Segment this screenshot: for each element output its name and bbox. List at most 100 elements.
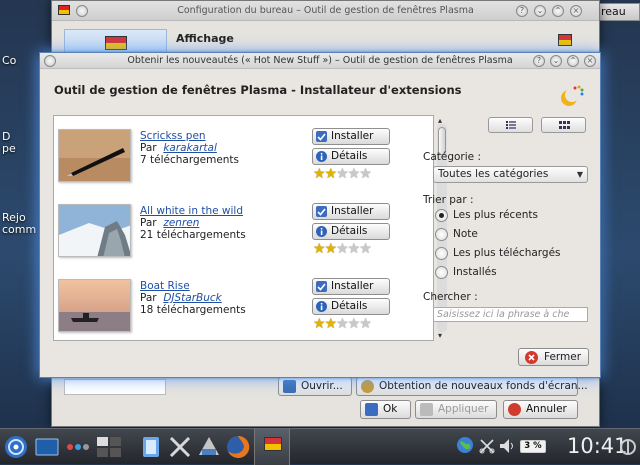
list-item[interactable]: All white in the wild Par zenren 21 télé…: [54, 202, 426, 274]
category-select[interactable]: Toutes les catégories ▼: [433, 166, 588, 183]
close-icon[interactable]: ×: [570, 5, 582, 17]
dialog-titlebar[interactable]: Obtenir les nouveautés (« Hot New Stuff …: [40, 53, 600, 69]
sort-radio-newest[interactable]: [435, 209, 448, 222]
extension-author-line: Par DJStarBuck: [140, 292, 222, 304]
extensions-list[interactable]: Scrickss pen Par karakartal 7 télécharge…: [53, 115, 434, 341]
details-button[interactable]: Détails: [312, 298, 390, 315]
system-settings-icon[interactable]: [168, 435, 192, 459]
icon-view-button[interactable]: [541, 117, 586, 133]
help-icon[interactable]: ?: [533, 55, 545, 67]
search-input[interactable]: Saisissez ici la phrase à che: [433, 307, 588, 322]
close-icon[interactable]: ×: [584, 55, 596, 67]
firefox-icon[interactable]: [226, 435, 250, 459]
list-item[interactable]: Scrickss pen Par karakartal 7 télécharge…: [54, 127, 426, 199]
extension-downloads: 7 téléchargements: [140, 154, 240, 166]
cancel-icon: [508, 403, 521, 416]
category-label: Catégorie :: [423, 151, 482, 163]
extension-author-link[interactable]: DJStarBuck: [163, 292, 221, 304]
info-icon: [316, 301, 327, 312]
app-icon: [58, 5, 70, 15]
sort-radio-rating[interactable]: [435, 228, 448, 241]
pin-icon[interactable]: [44, 55, 56, 67]
battery-indicator[interactable]: 3 %: [520, 440, 546, 453]
close-button[interactable]: Fermer: [518, 348, 589, 366]
sort-radio-installed[interactable]: [435, 266, 448, 279]
sort-option-label[interactable]: Les plus récents: [453, 209, 538, 221]
open-button[interactable]: Ouvrir...: [278, 377, 352, 396]
icon-view-icon: [559, 121, 570, 129]
rating-stars[interactable]: ★★★★★: [313, 242, 372, 256]
network-tools-icon[interactable]: [197, 435, 221, 459]
help-icon[interactable]: ?: [516, 5, 528, 17]
category-value: Toutes les catégories: [438, 168, 549, 180]
sort-radio-most-downloads[interactable]: [435, 247, 448, 260]
check-icon: [420, 403, 433, 416]
details-label: Détails: [331, 225, 368, 237]
list-item[interactable]: Boat Rise Par DJStarBuck 18 téléchargeme…: [54, 277, 426, 340]
search-label: Chercher :: [423, 291, 478, 303]
extension-title[interactable]: Boat Rise: [140, 280, 190, 292]
section-title: Affichage: [176, 32, 234, 45]
taskbar-task-desktop-settings[interactable]: [254, 429, 290, 465]
display-icon: [264, 437, 282, 451]
maximize-icon[interactable]: ⌃: [552, 5, 564, 17]
wallpaper-preview: [64, 379, 166, 395]
show-desktop-icon[interactable]: [35, 435, 59, 459]
scroll-down-arrow-icon[interactable]: ▾: [438, 331, 442, 340]
details-button[interactable]: Détails: [312, 148, 390, 165]
maximize-icon[interactable]: ⌃: [567, 55, 579, 67]
ok-button[interactable]: Ok: [360, 400, 411, 419]
panel-toolbox-icon[interactable]: [619, 435, 637, 459]
sidebar-item-display[interactable]: [64, 29, 167, 53]
activities-icon[interactable]: [66, 435, 90, 459]
info-icon: [316, 151, 327, 162]
cancel-button[interactable]: Annuler: [503, 400, 578, 419]
details-button[interactable]: Détails: [312, 223, 390, 240]
install-button[interactable]: Installer: [312, 203, 390, 220]
open-icon: [283, 380, 296, 393]
extension-downloads: 21 téléchargements: [140, 229, 246, 241]
install-button[interactable]: Installer: [312, 128, 390, 145]
extension-title[interactable]: All white in the wild: [140, 205, 243, 217]
by-label: Par: [140, 292, 157, 304]
get-new-stuff-icon: [361, 380, 374, 393]
taskbar: 3 % 10:41: [0, 428, 640, 465]
chevron-down-icon: ▼: [576, 170, 583, 179]
extension-title[interactable]: Scrickss pen: [140, 130, 206, 142]
sort-option-label[interactable]: Les plus téléchargés: [453, 247, 561, 259]
close-label: Fermer: [544, 351, 582, 363]
dialog-header: Outil de gestion de fenêtres Plasma - In…: [54, 83, 462, 97]
check-icon: [365, 403, 378, 416]
get-new-wallpapers-label: Obtention de nouveaux fonds d'écran...: [379, 380, 588, 392]
get-new-wallpapers-button[interactable]: Obtention de nouveaux fonds d'écran...: [356, 377, 588, 396]
check-icon: [316, 131, 327, 142]
sort-label: Trier par :: [423, 194, 474, 206]
rating-stars[interactable]: ★★★★★: [313, 317, 372, 331]
list-view-button[interactable]: [488, 117, 533, 133]
details-label: Détails: [331, 150, 368, 162]
desktop-icon-label[interactable]: comm: [2, 223, 36, 236]
volume-icon[interactable]: [499, 438, 517, 454]
network-globe-icon[interactable]: [456, 436, 474, 454]
sort-option-label[interactable]: Installés: [453, 266, 497, 278]
minimize-icon[interactable]: ⌄: [534, 5, 546, 17]
sort-option-label[interactable]: Note: [453, 228, 478, 240]
klipper-scissors-icon[interactable]: [479, 438, 495, 454]
apply-button[interactable]: Appliquer: [415, 400, 497, 419]
pager-icon[interactable]: [97, 435, 121, 459]
details-label: Détails: [331, 300, 368, 312]
extension-author-link[interactable]: zenren: [163, 217, 199, 229]
pin-icon[interactable]: [76, 5, 88, 17]
desktop-icon-label[interactable]: Co: [2, 54, 16, 67]
rating-stars[interactable]: ★★★★★: [313, 167, 372, 181]
minimize-icon[interactable]: ⌄: [550, 55, 562, 67]
kde-menu-icon[interactable]: [4, 435, 28, 459]
install-button[interactable]: Installer: [312, 278, 390, 295]
file-manager-icon[interactable]: [139, 435, 163, 459]
extension-author-link[interactable]: karakartal: [163, 142, 217, 154]
check-icon: [316, 281, 327, 292]
desktop-icon-label[interactable]: pe: [2, 142, 16, 155]
extension-thumbnail: [58, 279, 131, 332]
ok-label: Ok: [383, 403, 398, 415]
check-icon: [316, 206, 327, 217]
